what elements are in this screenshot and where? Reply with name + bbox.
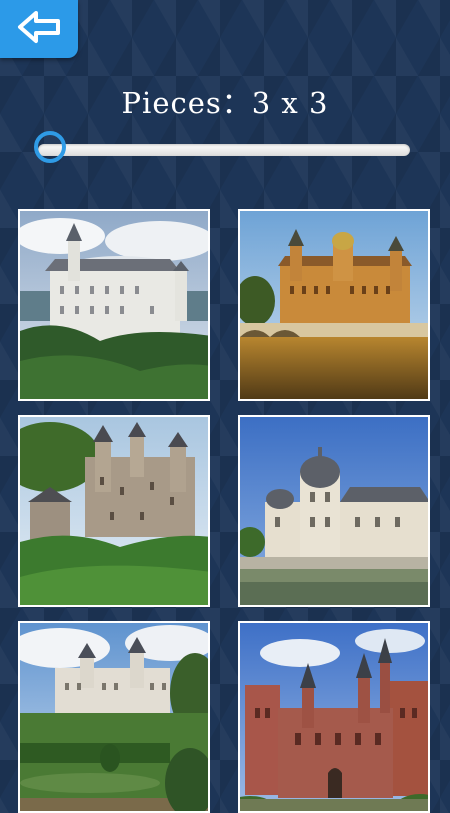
pieces-slider[interactable]: [34, 130, 414, 170]
slider-thumb[interactable]: [34, 131, 66, 163]
slider-track: [38, 144, 410, 156]
pieces-title: Pieces：3 x 3: [121, 86, 329, 120]
puzzle-thumbnail[interactable]: [18, 415, 210, 607]
puzzle-thumbnail[interactable]: [238, 415, 430, 607]
arrow-left-icon: [14, 9, 64, 49]
puzzle-thumbnail[interactable]: [238, 209, 430, 401]
back-button[interactable]: [0, 0, 78, 58]
puzzle-thumbnail[interactable]: [238, 621, 430, 813]
puzzle-thumbnail[interactable]: [18, 209, 210, 401]
puzzle-thumbnail[interactable]: [18, 621, 210, 813]
